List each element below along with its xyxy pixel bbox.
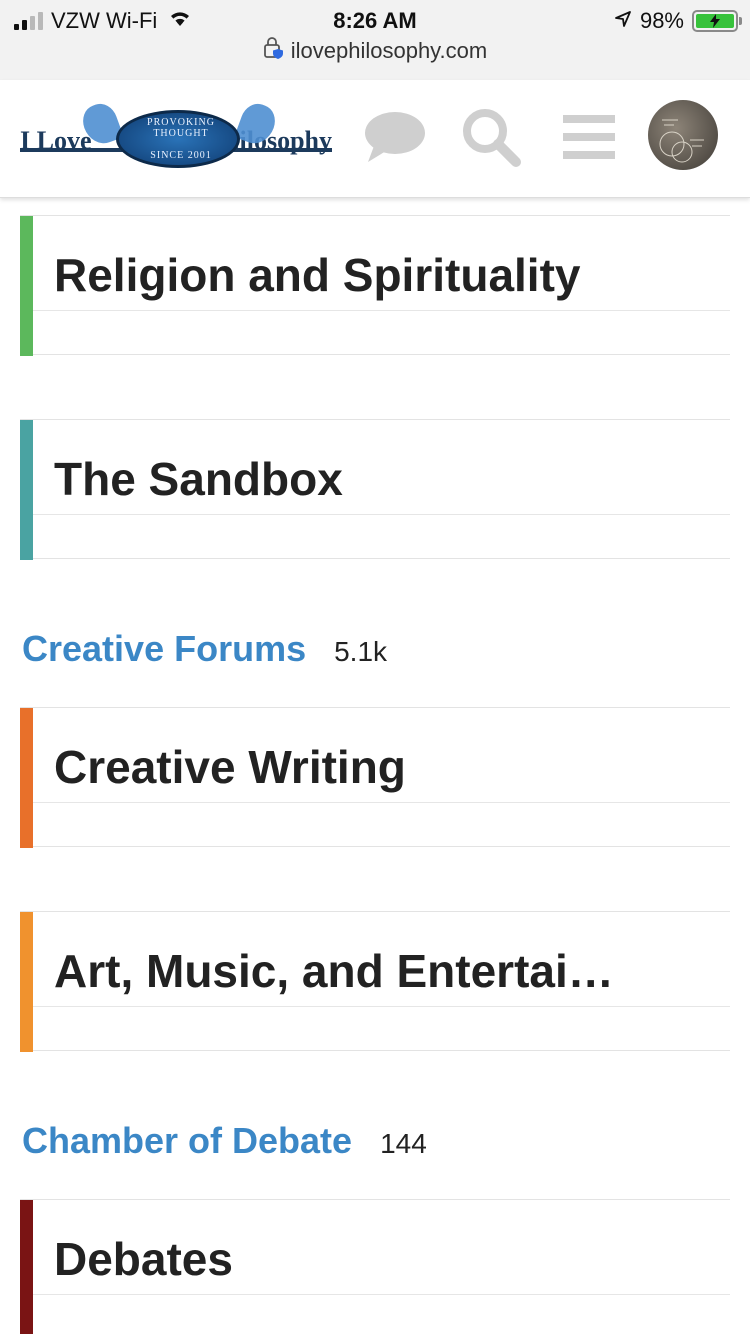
category-name[interactable]: Creative Forums xyxy=(22,628,306,670)
logo-ring-bottom: SINCE 2001 xyxy=(150,150,212,161)
forum-title[interactable]: The Sandbox xyxy=(54,452,730,506)
divider xyxy=(33,1294,730,1295)
forum-title[interactable]: Religion and Spirituality xyxy=(54,248,730,302)
forum-card[interactable]: Debates xyxy=(20,1199,730,1334)
category-header: Chamber of Debate 144 xyxy=(22,1120,427,1162)
avatar[interactable] xyxy=(648,100,718,170)
search-icon[interactable] xyxy=(458,104,524,170)
logo-left-text: I Love xyxy=(20,126,92,155)
forum-card[interactable]: Art, Music, and Entertai… xyxy=(20,911,730,1052)
forum-title[interactable]: Creative Writing xyxy=(54,740,730,794)
lock-icon xyxy=(263,36,285,66)
status-right: 98% xyxy=(614,8,742,34)
divider xyxy=(33,802,730,803)
forum-accent-bar xyxy=(20,912,33,1052)
category-count: 5.1k xyxy=(334,636,388,667)
divider xyxy=(33,514,730,515)
battery-charging-icon xyxy=(692,10,742,32)
category-header: Creative Forums 5.1k xyxy=(22,628,387,670)
forum-accent-bar xyxy=(20,420,33,560)
logo-emblem: PROVOKING THOUGHT SINCE 2001 xyxy=(116,110,240,168)
url-text: ilovephilosophy.com xyxy=(290,38,488,63)
forum-card[interactable]: Creative Writing xyxy=(20,707,730,848)
menu-icon[interactable] xyxy=(556,104,622,170)
forum-title[interactable]: Debates xyxy=(54,1232,730,1286)
forum-card[interactable]: The Sandbox xyxy=(20,419,730,560)
address-bar[interactable]: ilovephilosophy.com xyxy=(0,36,750,66)
status-bar: VZW Wi-Fi 8:26 AM 98% ilovephilosophy.co… xyxy=(0,0,750,80)
location-arrow-icon xyxy=(614,8,632,34)
category-name[interactable]: Chamber of Debate xyxy=(22,1120,352,1162)
site-logo[interactable]: I Love Philosophy PROVOKING THOUGHT SINC… xyxy=(20,99,332,174)
forum-accent-bar xyxy=(20,1200,33,1334)
logo-ring-top: PROVOKING THOUGHT xyxy=(147,117,215,139)
divider xyxy=(33,310,730,311)
forum-card[interactable]: Religion and Spirituality xyxy=(20,215,730,356)
site-header: I Love Philosophy PROVOKING THOUGHT SINC… xyxy=(0,80,750,198)
forum-accent-bar xyxy=(20,216,33,356)
forum-accent-bar xyxy=(20,708,33,848)
battery-percent: 98% xyxy=(639,8,684,33)
forum-title[interactable]: Art, Music, and Entertai… xyxy=(54,944,730,998)
divider xyxy=(33,1006,730,1007)
chat-icon[interactable] xyxy=(362,104,428,170)
category-count: 144 xyxy=(380,1128,427,1159)
